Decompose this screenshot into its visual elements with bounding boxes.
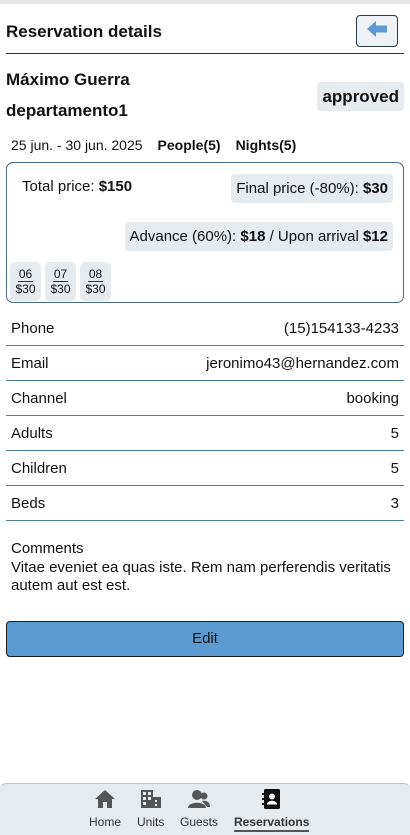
total-price: Total price: $150	[22, 178, 132, 195]
detail-label: Channel	[11, 389, 67, 407]
arrival-label: / Upon arrival	[265, 228, 363, 245]
arrow-left-icon	[366, 20, 388, 43]
details-list: Phone (15)154133-4233 Email jeronimo43@h…	[6, 311, 404, 521]
page-header: Reservation details	[6, 14, 404, 54]
building-icon	[140, 788, 162, 810]
edit-button[interactable]: Edit	[6, 621, 404, 657]
unit-name: departamento1	[6, 101, 128, 120]
home-icon	[94, 788, 116, 810]
page-title: Reservation details	[6, 22, 162, 41]
comments-section: Comments Vitae eveniet ea quas iste. Rem…	[11, 540, 401, 595]
nav-item-units[interactable]: Units	[137, 788, 164, 829]
price-card: Total price: $150 Final price (-80%): $3…	[6, 162, 404, 303]
advance-value: $18	[240, 228, 266, 245]
people-count: People(5)	[157, 137, 221, 153]
guest-name: Máximo Guerra	[6, 70, 130, 89]
day-number: 07	[52, 266, 69, 282]
detail-label: Adults	[11, 424, 53, 442]
detail-row-email: Email jeronimo43@hernandez.com	[6, 346, 404, 381]
comments-label: Comments	[11, 540, 84, 557]
day-price-chip: 06 $30	[10, 262, 41, 301]
date-range: 25 jun. - 30 jun. 2025	[11, 137, 143, 153]
top-strip	[0, 0, 410, 4]
comments-text: Vitae eveniet ea quas iste. Rem nam perf…	[11, 559, 391, 594]
day-price: $30	[85, 281, 106, 296]
day-number: 08	[87, 266, 104, 282]
back-button[interactable]	[356, 15, 398, 47]
day-price-chip: 07 $30	[45, 262, 76, 301]
nights-count: Nights(5)	[235, 137, 297, 153]
detail-value: 3	[390, 494, 399, 512]
total-price-value: $150	[98, 178, 133, 195]
detail-label: Children	[11, 459, 67, 477]
nav-item-guests[interactable]: Guests	[180, 788, 218, 829]
advance-chip: Advance (60%): $18 / Upon arrival $12	[124, 222, 393, 251]
day-price: $30	[50, 281, 71, 296]
reservation-meta: 25 jun. - 30 jun. 2025 People(5) Nights(…	[11, 136, 296, 154]
total-price-label: Total price:	[22, 178, 99, 195]
detail-value: booking	[346, 389, 399, 407]
nav-label: Home	[89, 815, 122, 829]
detail-value: (15)154133-4233	[283, 319, 399, 337]
nav-label: Guests	[180, 815, 219, 829]
detail-row-channel: Channel booking	[6, 381, 404, 416]
nav-item-home[interactable]: Home	[89, 788, 121, 829]
day-price-list: 06 $30 07 $30 08 $30	[10, 262, 111, 301]
detail-row-beds: Beds 3	[6, 486, 404, 521]
detail-row-phone: Phone (15)154133-4233	[6, 311, 404, 346]
status-badge: approved	[317, 82, 404, 111]
nav-item-reservations[interactable]: Reservations	[234, 788, 310, 832]
detail-label: Email	[11, 354, 49, 372]
final-price-label: Final price (-80%):	[236, 180, 363, 197]
detail-row-children: Children 5	[6, 451, 404, 486]
detail-label: Phone	[11, 319, 55, 337]
nav-label: Units	[137, 815, 165, 829]
nav-label: Reservations	[234, 815, 310, 832]
detail-value: 5	[390, 459, 399, 477]
detail-row-adults: Adults 5	[6, 416, 404, 451]
address-book-icon	[261, 788, 282, 810]
guests-icon	[187, 788, 211, 810]
final-price-chip: Final price (-80%): $30	[231, 174, 393, 203]
bottom-nav: Home Units Guests Reservations	[0, 783, 410, 835]
detail-label: Beds	[11, 494, 46, 512]
day-price-chip: 08 $30	[80, 262, 111, 301]
detail-value: jeronimo43@hernandez.com	[206, 354, 399, 372]
day-number: 06	[17, 266, 34, 282]
arrival-value: $12	[362, 228, 388, 245]
day-price: $30	[15, 281, 36, 296]
detail-value: 5	[390, 424, 399, 442]
final-price-value: $30	[362, 180, 388, 197]
advance-label: Advance (60%):	[129, 228, 241, 245]
